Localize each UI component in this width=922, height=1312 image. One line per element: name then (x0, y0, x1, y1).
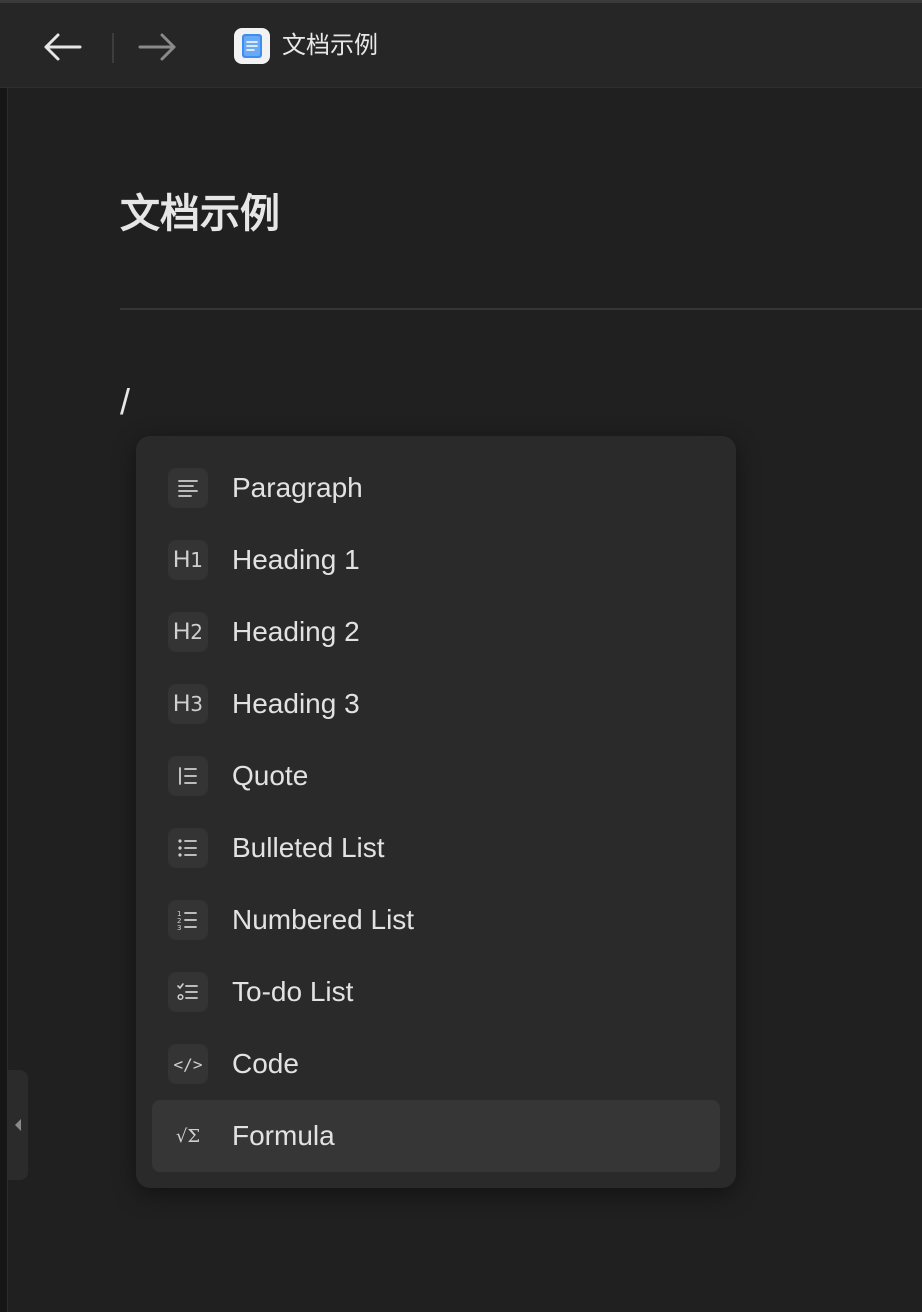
menu-item-bulleted-list[interactable]: Bulleted List (152, 812, 720, 884)
menu-item-label: Bulleted List (232, 832, 385, 863)
code-icon: </> (168, 1044, 208, 1084)
menu-item-heading-2[interactable]: H2 Heading 2 (152, 596, 720, 668)
menu-item-formula[interactable]: √Σ Formula (152, 1100, 720, 1172)
arrow-left-icon (44, 33, 82, 61)
editor-input-line[interactable]: / (120, 380, 130, 424)
app-window: 文档示例 文档示例 / Paragraph H1 Heading 1 H2 He… (0, 0, 922, 1312)
menu-item-label: Quote (232, 760, 309, 791)
menu-item-label: Paragraph (232, 472, 363, 503)
document-icon (234, 28, 270, 64)
menu-item-label: Heading 2 (232, 616, 360, 647)
numbered-list-icon: 123 (168, 900, 208, 940)
menu-item-heading-3[interactable]: H3 Heading 3 (152, 668, 720, 740)
menu-item-label: Numbered List (232, 904, 415, 935)
left-sidebar-edge (0, 88, 8, 1312)
formula-icon: √Σ (175, 1125, 201, 1147)
forward-button[interactable] (136, 25, 180, 69)
chevron-left-icon (15, 1119, 21, 1131)
title-bar: 文档示例 (0, 3, 922, 88)
menu-item-quote[interactable]: Quote (152, 740, 720, 812)
arrow-right-icon (138, 33, 176, 61)
menu-item-heading-1[interactable]: H1 Heading 1 (152, 524, 720, 596)
menu-item-numbered-list[interactable]: 123 Numbered List (152, 884, 720, 956)
todo-list-icon (168, 972, 208, 1012)
menu-item-label: Formula (232, 1120, 335, 1151)
heading-3-icon: H3 (168, 684, 208, 724)
quote-icon (168, 756, 208, 796)
nav-separator (112, 33, 114, 63)
page-title[interactable]: 文档示例 (120, 188, 280, 240)
svg-text:3: 3 (177, 924, 181, 932)
document-title: 文档示例 (282, 32, 378, 59)
bulleted-list-icon (168, 828, 208, 868)
sidebar-toggle[interactable] (8, 1070, 28, 1180)
menu-item-paragraph[interactable]: Paragraph (152, 452, 720, 524)
slash-command-menu: Paragraph H1 Heading 1 H2 Heading 2 H3 H… (136, 436, 736, 1188)
heading-1-icon: H1 (168, 540, 208, 580)
menu-item-label: Code (232, 1048, 299, 1079)
menu-item-label: Heading 3 (232, 688, 360, 719)
menu-item-label: Heading 1 (232, 544, 360, 575)
menu-item-todo-list[interactable]: To-do List (152, 956, 720, 1028)
heading-2-icon: H2 (168, 612, 208, 652)
menu-item-code[interactable]: </> Code (152, 1028, 720, 1100)
title-divider (120, 308, 922, 310)
menu-item-label: To-do List (232, 976, 354, 1007)
back-button[interactable] (40, 25, 84, 69)
paragraph-icon (168, 468, 208, 508)
